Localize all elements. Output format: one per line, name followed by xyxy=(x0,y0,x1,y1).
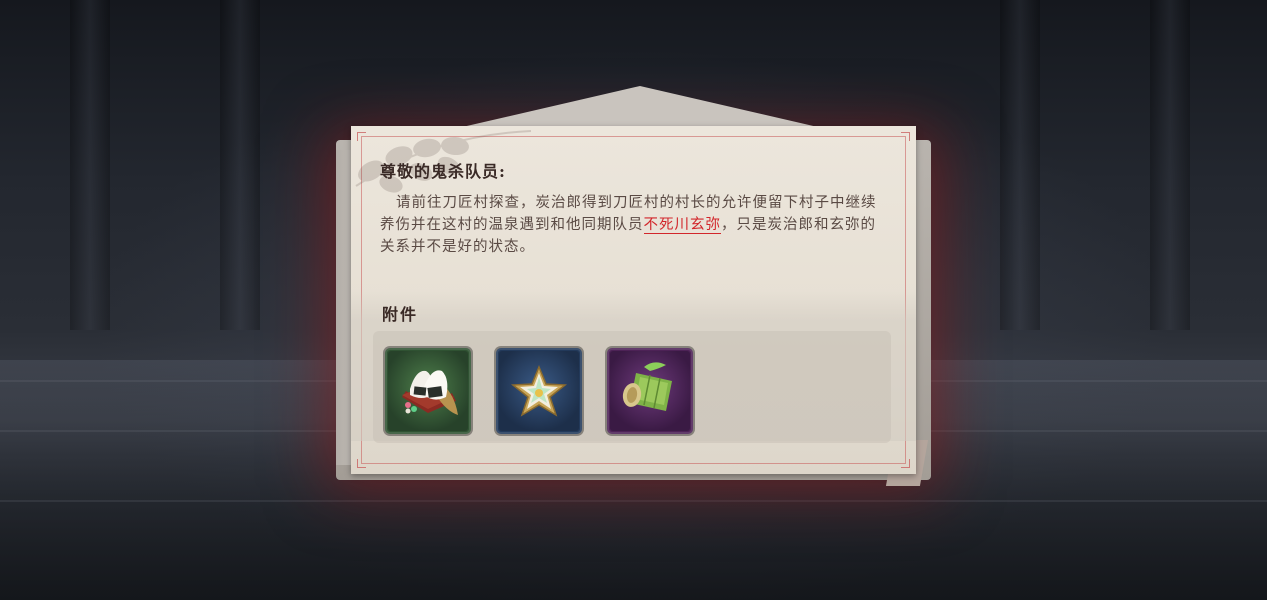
item-frame xyxy=(499,351,579,431)
star-flower-icon xyxy=(510,365,568,417)
bamboo-icon xyxy=(622,362,672,411)
wall-beam xyxy=(1150,0,1190,330)
onigiri-icon xyxy=(402,370,458,415)
attachments-title: 附件 xyxy=(382,305,419,324)
attachment-item-bamboo-tube[interactable] xyxy=(607,348,693,434)
wall-beam xyxy=(70,0,110,330)
item-frame xyxy=(388,351,468,431)
wall-beam xyxy=(220,0,260,330)
letter-body: 请前往刀匠村探查，炭治郎得到刀匠村的村长的允许便留下村子中继续养伤并在这村的温泉… xyxy=(380,192,890,258)
corner-ornament xyxy=(357,459,366,468)
attachment-item-star-flower[interactable] xyxy=(496,348,582,434)
corner-ornament xyxy=(901,132,910,141)
character-name-link[interactable]: 不死川玄弥 xyxy=(643,217,721,234)
wall-beam xyxy=(1000,0,1040,330)
item-frame xyxy=(610,351,690,431)
corner-ornament xyxy=(901,459,910,468)
floor-line xyxy=(0,500,1267,502)
letter-greeting: 尊敬的鬼杀队员: xyxy=(380,162,506,181)
letter-paper: 尊敬的鬼杀队员: 请前往刀匠村探查，炭治郎得到刀匠村的村长的允许便留下村子中继续… xyxy=(351,126,916,474)
attachment-item-rice-ball[interactable] xyxy=(385,348,471,434)
